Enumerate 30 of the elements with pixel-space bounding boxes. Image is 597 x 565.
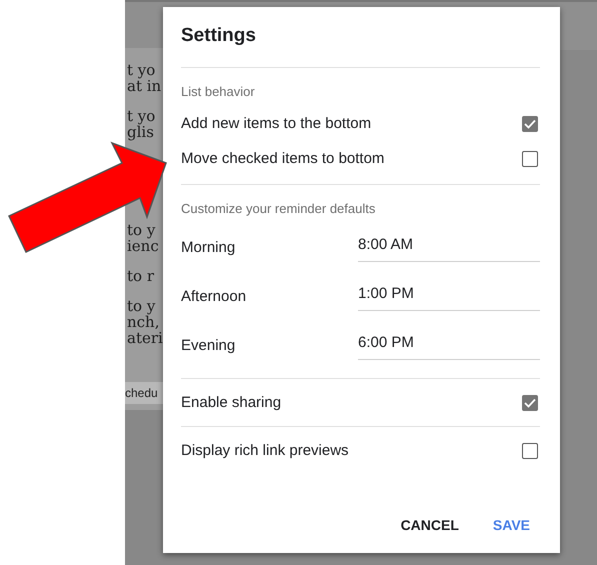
checkbox[interactable]	[522, 442, 538, 458]
option-label: Move checked items to bottom	[181, 150, 384, 167]
reminder-label: Morning	[181, 239, 236, 256]
background-text: glis	[127, 124, 154, 140]
save-button[interactable]: SAVE	[482, 509, 540, 541]
dialog-title: Settings	[181, 24, 257, 48]
background-text: ateri	[127, 330, 164, 346]
background-text: ienc	[127, 238, 160, 254]
background-text: to r	[127, 268, 155, 284]
schedule-button[interactable]: chedu	[125, 382, 163, 404]
background-text: nch,	[127, 314, 160, 330]
background-text: t yo	[127, 108, 156, 124]
checkbox[interactable]	[522, 116, 538, 132]
background-text: to y	[127, 298, 156, 314]
cancel-button[interactable]: CANCEL	[390, 509, 469, 541]
section-heading: Customize your reminder defaults	[181, 200, 376, 218]
time-field[interactable]: 8:00 AM	[358, 229, 540, 262]
section-heading: List behavior	[181, 83, 256, 101]
reminder-label: Evening	[181, 337, 236, 354]
checkbox[interactable]	[522, 394, 538, 410]
background-text: t yo	[127, 62, 156, 78]
reminder-label: Afternoon	[181, 288, 248, 305]
checkbox[interactable]	[522, 150, 538, 166]
background-text: to y	[127, 222, 156, 238]
option-label: Add new items to the bottom	[181, 115, 372, 132]
background-text: at in	[127, 78, 162, 94]
option-label: Display rich link previews	[181, 442, 349, 459]
option-label: Enable sharing	[181, 394, 282, 411]
time-field[interactable]: 1:00 PM	[358, 278, 540, 311]
time-field[interactable]: 6:00 PM	[358, 327, 540, 360]
